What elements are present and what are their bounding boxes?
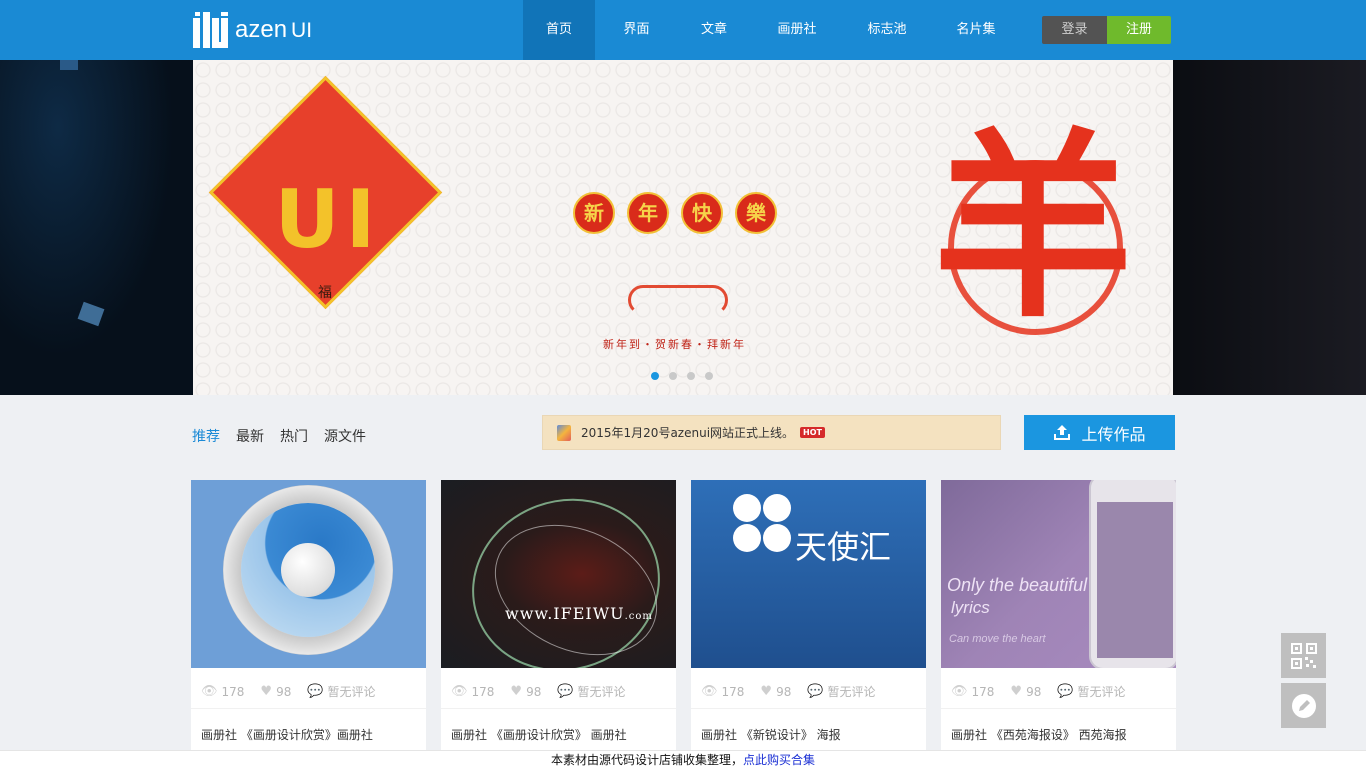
card-art-text: Can move the heart	[949, 633, 1046, 645]
view-count: 178	[221, 684, 245, 699]
eye-icon: 👁	[451, 684, 468, 699]
view-count: 178	[971, 684, 995, 699]
greeting-char: 新	[573, 192, 615, 234]
logo-text: azen UI	[235, 16, 313, 43]
banner-right-decoration	[1173, 60, 1366, 395]
work-card[interactable]: 天使汇 👁 178 ♥ 98 💬 暂无评论 画册社 《新锐设计》 海报	[691, 480, 926, 768]
comment-icon[interactable]: 💬	[1057, 684, 1073, 699]
card-art-text: www.IFEIWU.com	[505, 604, 653, 623]
top-header: azen UI 首页 界面 文章 画册社 标志池 名片集 登录 注册	[0, 0, 1366, 60]
eye-icon: 👁	[951, 684, 968, 699]
login-button[interactable]: 登录	[1042, 16, 1107, 44]
card-stats: 👁 178 ♥ 98 💬 暂无评论	[701, 683, 892, 700]
cloud-ornament-icon	[628, 285, 728, 315]
hero-banner[interactable]: UI 福 新 年 快 樂 新年到・贺新春・拜新年 羊	[193, 60, 1173, 395]
card-art-text: lyrics	[951, 598, 990, 617]
card-title[interactable]: 画册社 《画册设计欣赏》 画册社	[451, 726, 627, 743]
like-count: 98	[526, 684, 542, 699]
carousel-dot[interactable]	[651, 372, 659, 380]
like-count: 98	[1026, 684, 1042, 699]
announcement-icon	[557, 424, 571, 441]
comment-count: 暂无评论	[327, 685, 376, 699]
diamond-fu-char: 福	[318, 285, 332, 301]
eye-icon: 👁	[201, 684, 218, 699]
comment-icon[interactable]: 💬	[557, 684, 573, 699]
nav-item-cards[interactable]: 名片集	[930, 0, 1022, 60]
card-title[interactable]: 画册社 《西苑海报设》 西苑海报	[951, 726, 1127, 743]
tab-popular[interactable]: 热门	[280, 426, 308, 446]
qr-code-button[interactable]	[1281, 633, 1326, 678]
card-thumbnail[interactable]: 天使汇	[691, 480, 926, 668]
upload-icon	[1054, 424, 1071, 440]
card-thumbnail[interactable]: Only the beautiful lyrics Can move the h…	[941, 480, 1176, 668]
tab-latest[interactable]: 最新	[236, 426, 264, 446]
heart-icon[interactable]: ♥	[260, 684, 272, 699]
promo-text: 本素材由源代码设计店铺收集整理，	[550, 753, 743, 767]
carousel-dots	[651, 372, 713, 380]
card-thumbnail[interactable]	[191, 480, 426, 668]
heart-icon[interactable]: ♥	[760, 684, 772, 699]
site-logo[interactable]: azen UI	[193, 11, 312, 49]
card-title[interactable]: 画册社 《新锐设计》 海报	[701, 726, 841, 743]
card-stats: 👁 178 ♥ 98 💬 暂无评论	[951, 683, 1142, 700]
carousel-dot[interactable]	[669, 372, 677, 380]
logo-mark-icon	[193, 12, 231, 48]
feedback-button[interactable]	[1281, 683, 1326, 728]
nav-item-logos[interactable]: 标志池	[844, 0, 930, 60]
card-stats: 👁 178 ♥ 98 💬 暂无评论	[451, 683, 642, 700]
nav-item-articles[interactable]: 文章	[678, 0, 750, 60]
card-thumbnail[interactable]: www.IFEIWU.com	[441, 480, 676, 668]
edit-icon	[1291, 693, 1316, 718]
nav-item-interface[interactable]: 界面	[595, 0, 678, 60]
new-year-greeting: 新 年 快 樂	[573, 192, 777, 234]
view-count: 178	[721, 684, 745, 699]
diamond-text: UI	[274, 173, 382, 266]
qr-code-icon	[1290, 642, 1317, 669]
tab-source-files[interactable]: 源文件	[324, 426, 366, 446]
calligraphy-char: 羊	[932, 110, 1133, 345]
view-count: 178	[471, 684, 495, 699]
like-count: 98	[776, 684, 792, 699]
comment-icon[interactable]: 💬	[807, 684, 823, 699]
work-card[interactable]: Only the beautiful lyrics Can move the h…	[941, 480, 1176, 768]
carousel-dot[interactable]	[687, 372, 695, 380]
sub-greeting: 新年到・贺新春・拜新年	[603, 338, 746, 351]
bottom-promo-bar: 本素材由源代码设计店铺收集整理，点此购买合集	[0, 750, 1366, 768]
announcement-text: 2015年1月20号azenui网站正式上线。	[581, 426, 795, 440]
card-stats: 👁 178 ♥ 98 💬 暂无评论	[201, 683, 392, 700]
greeting-char: 年	[627, 192, 669, 234]
register-button[interactable]: 注册	[1107, 16, 1171, 44]
eye-icon: 👁	[701, 684, 718, 699]
work-card[interactable]: 👁 178 ♥ 98 💬 暂无评论 画册社 《画册设计欣赏》画册社	[191, 480, 426, 768]
greeting-char: 快	[681, 192, 723, 234]
comment-count: 暂无评论	[827, 685, 876, 699]
nav-item-home[interactable]: 首页	[523, 0, 595, 60]
card-art-text: 天使汇	[795, 528, 892, 566]
upload-label: 上传作品	[1081, 424, 1146, 444]
main-nav: 首页 界面 文章 画册社 标志池 名片集	[523, 0, 1022, 60]
comment-icon[interactable]: 💬	[307, 684, 323, 699]
promo-link[interactable]: 点此购买合集	[743, 753, 815, 767]
work-card[interactable]: www.IFEIWU.com 👁 178 ♥ 98 💬 暂无评论 画册社 《画册设计欣…	[441, 480, 676, 768]
card-art-text: Only the beautiful	[947, 575, 1088, 595]
card-title[interactable]: 画册社 《画册设计欣赏》画册社	[201, 726, 373, 743]
greeting-char: 樂	[735, 192, 777, 234]
heart-icon[interactable]: ♥	[510, 684, 522, 699]
clover-logo-icon	[733, 494, 793, 554]
carousel-dot[interactable]	[705, 372, 713, 380]
filter-tabs: 推荐 最新 热门 源文件	[192, 426, 366, 446]
comment-count: 暂无评论	[1077, 685, 1126, 699]
announcement-bar[interactable]: 2015年1月20号azenui网站正式上线。 HOT	[542, 415, 1001, 450]
hot-badge: HOT	[800, 427, 825, 438]
comment-count: 暂无评论	[577, 685, 626, 699]
heart-icon[interactable]: ♥	[1010, 684, 1022, 699]
nav-item-albums[interactable]: 画册社	[750, 0, 844, 60]
tab-recommended[interactable]: 推荐	[192, 426, 220, 446]
upload-work-button[interactable]: 上传作品	[1024, 415, 1175, 450]
like-count: 98	[276, 684, 292, 699]
banner-left-decoration	[0, 60, 193, 395]
